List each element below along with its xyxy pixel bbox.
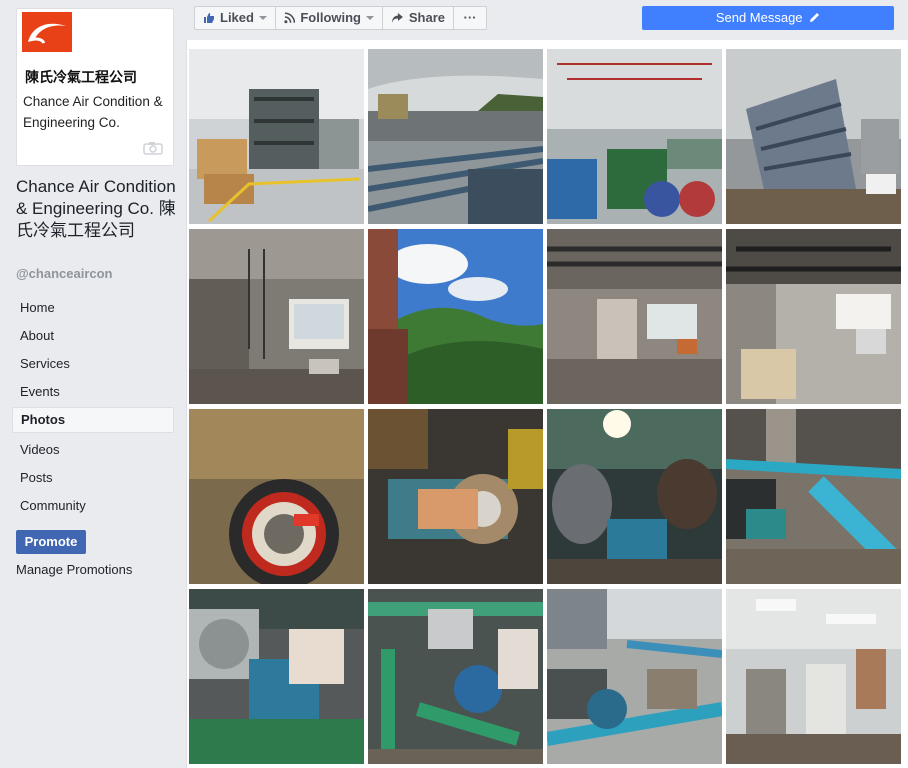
share-button[interactable]: Share bbox=[382, 6, 454, 30]
action-bar: Liked Following Share ··· Send Message bbox=[186, 0, 908, 40]
photo-thumbnail[interactable] bbox=[547, 49, 722, 224]
profile-picture[interactable]: 陳氏冷氣工程公司 Chance Air Condition & Engineer… bbox=[16, 8, 174, 166]
manage-promotions-link[interactable]: Manage Promotions bbox=[16, 562, 132, 577]
company-logo bbox=[22, 12, 72, 52]
page-nav: Home About Services Events Photos Videos… bbox=[12, 294, 174, 520]
photo-thumbnail[interactable] bbox=[726, 49, 901, 224]
photo-thumbnail[interactable] bbox=[726, 589, 901, 764]
photos-grid bbox=[186, 40, 908, 768]
photo-thumbnail[interactable] bbox=[726, 409, 901, 584]
nav-item-home[interactable]: Home bbox=[12, 294, 174, 322]
nav-item-videos[interactable]: Videos bbox=[12, 436, 174, 464]
photo-thumbnail[interactable] bbox=[547, 409, 722, 584]
following-button[interactable]: Following bbox=[275, 6, 383, 30]
thumbs-up-icon bbox=[204, 13, 214, 23]
nav-item-community[interactable]: Community bbox=[12, 492, 174, 520]
photo-thumbnail[interactable] bbox=[547, 229, 722, 404]
following-label: Following bbox=[300, 10, 361, 25]
logo-text-chinese: 陳氏冷氣工程公司 bbox=[25, 69, 137, 85]
photo-thumbnail[interactable] bbox=[368, 409, 543, 584]
share-label: Share bbox=[408, 10, 445, 25]
photo-thumbnail[interactable] bbox=[189, 589, 364, 764]
photo-thumbnail[interactable] bbox=[189, 229, 364, 404]
liked-button[interactable]: Liked bbox=[194, 6, 276, 30]
logo-text-english: Chance Air Condition & Engineering Co. bbox=[23, 94, 163, 130]
nav-item-posts[interactable]: Posts bbox=[12, 464, 174, 492]
rss-icon bbox=[284, 12, 296, 24]
photo-thumbnail[interactable] bbox=[368, 229, 543, 404]
photo-thumbnail[interactable] bbox=[726, 229, 901, 404]
more-options-button[interactable]: ··· bbox=[453, 6, 487, 30]
left-column: 陳氏冷氣工程公司 Chance Air Condition & Engineer… bbox=[0, 0, 186, 768]
photo-thumbnail[interactable] bbox=[189, 49, 364, 224]
page-title[interactable]: Chance Air Condition & Engineering Co. 陳… bbox=[16, 176, 176, 242]
promote-button[interactable]: Promote bbox=[16, 530, 86, 554]
photo-thumbnail[interactable] bbox=[368, 589, 543, 764]
nav-item-about[interactable]: About bbox=[12, 322, 174, 350]
more-icon: ··· bbox=[463, 10, 477, 25]
camera-icon[interactable] bbox=[143, 141, 163, 155]
nav-item-events[interactable]: Events bbox=[12, 378, 174, 406]
share-arrow-icon bbox=[391, 13, 403, 23]
send-message-button[interactable]: Send Message bbox=[642, 6, 894, 30]
chevron-down-icon bbox=[366, 16, 374, 20]
chevron-down-icon bbox=[258, 16, 267, 20]
photo-thumbnail[interactable] bbox=[189, 409, 364, 584]
nav-item-services[interactable]: Services bbox=[12, 350, 174, 378]
send-message-label: Send Message bbox=[715, 10, 803, 25]
photo-thumbnail[interactable] bbox=[547, 589, 722, 764]
liked-label: Liked bbox=[220, 10, 254, 25]
pencil-icon bbox=[810, 13, 820, 22]
photo-thumbnail[interactable] bbox=[368, 49, 543, 224]
page-handle[interactable]: @chanceaircon bbox=[16, 266, 113, 281]
nav-item-photos[interactable]: Photos bbox=[12, 407, 174, 433]
